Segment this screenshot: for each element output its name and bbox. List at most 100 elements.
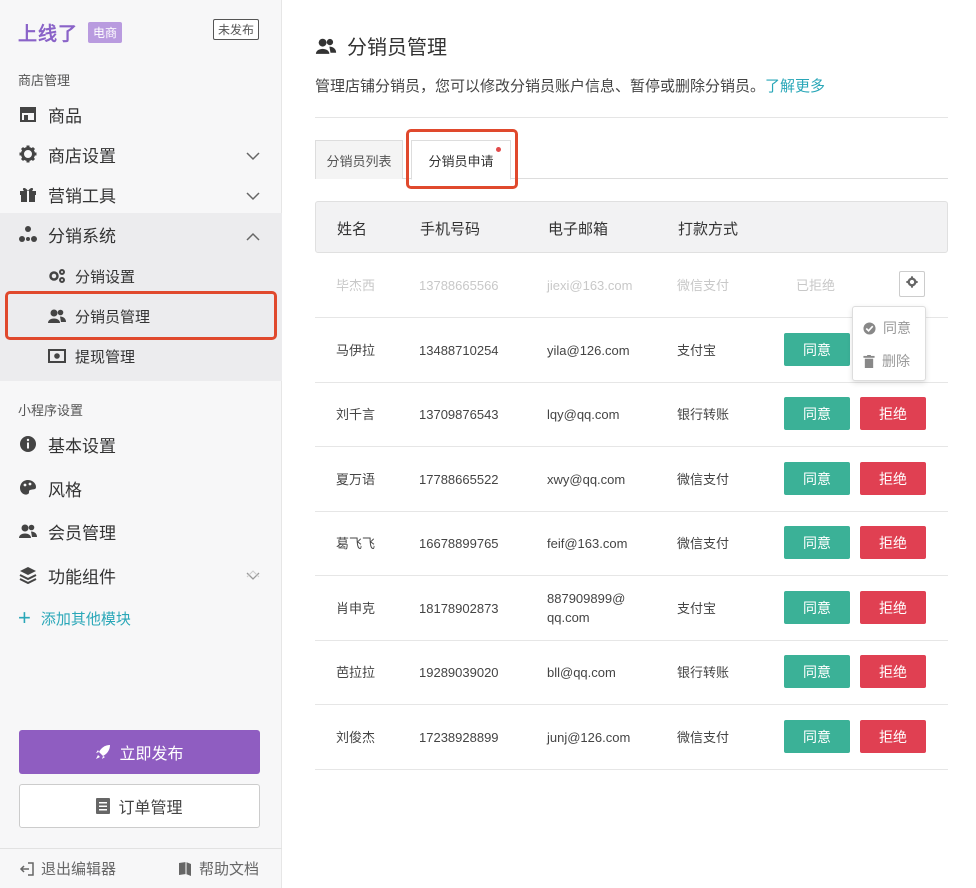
highlight-annotation [406,129,518,189]
sidebar-item-label: 商店设置 [48,146,116,166]
dropdown-item-label: 删除 [882,353,910,369]
order-management-button[interactable]: 订单管理 [19,784,260,828]
cell-name: 葛飞飞 [336,536,376,551]
agree-button[interactable]: 同意 [784,655,850,688]
tab-distributor-list[interactable]: 分销员列表 [315,140,403,179]
cell-name: 毕杰西 [336,278,376,293]
info-icon [18,434,38,454]
cell-payment: 微信支付 [677,472,730,487]
publish-label: 立即发布 [119,746,184,763]
help-docs-label: 帮助文档 [199,861,260,878]
sidebar-item-label: 商品 [48,106,82,126]
sitemap-icon [18,224,38,244]
stack-icon [18,565,38,585]
trash-icon [863,354,875,368]
check-circle-icon [863,321,876,335]
agree-button[interactable]: 同意 [784,591,850,624]
users-icon [18,521,38,541]
sidebar-item-style[interactable]: 风格 [0,468,282,508]
reject-button[interactable]: 拒绝 [860,591,926,624]
users-icon [315,37,337,55]
help-docs-link[interactable]: 帮助文档 [177,858,259,879]
order-management-label: 订单管理 [118,800,183,817]
bottom-links: 退出编辑器 帮助文档 [0,848,282,888]
reject-button[interactable]: 拒绝 [860,526,926,559]
cell-name: 刘俊杰 [336,730,376,745]
sidebar-item-label: 风格 [48,480,82,500]
table-row: 葛飞飞 16678899765 feif@163.com 微信支付 同意 拒绝 [315,511,948,576]
reject-button[interactable]: 拒绝 [860,655,926,688]
brand[interactable]: 上线了 电商 [18,19,123,46]
agree-button[interactable]: 同意 [784,333,850,366]
agree-button[interactable]: 同意 [784,526,850,559]
plus-icon: + [18,605,31,630]
sidebar-item-products[interactable]: 商品 [0,94,282,134]
sidebar-item-basic-settings[interactable]: 基本设置 [0,424,282,464]
agree-button[interactable]: 同意 [784,462,850,495]
learn-more-link[interactable]: 了解更多 [765,78,825,95]
publish-button[interactable]: 立即发布 [19,730,260,774]
gear-icon [18,144,38,164]
sidebar-item-members[interactable]: 会员管理 [0,511,282,551]
cell-email: feif@163.com [547,536,628,551]
document-icon [96,798,111,814]
column-header-payment: 打款方式 [678,221,739,238]
page-title: 分销员管理 [315,31,447,60]
sidebar-item-distribution[interactable]: 分销系统 [0,214,282,254]
book-icon [177,861,193,877]
rocket-icon [95,744,111,760]
table-row: 刘俊杰 17238928899 junj@126.com 微信支付 同意 拒绝 [315,705,948,770]
cell-email: lqy@qq.com [547,407,620,422]
reject-button[interactable]: 拒绝 [860,462,926,495]
sidebar-item-label: 营销工具 [48,186,116,206]
agree-button[interactable]: 同意 [784,720,850,753]
column-header-phone: 手机号码 [420,221,481,238]
add-module-link[interactable]: + 添加其他模块 [18,605,131,631]
exit-editor-link[interactable]: 退出编辑器 [19,858,116,879]
cell-payment: 支付宝 [677,343,717,358]
main-content: 分销员管理 管理店铺分销员，您可以修改分销员账户信息、暂停或删除分销员。了解更多… [283,0,976,888]
page-description: 管理店铺分销员，您可以修改分销员账户信息、暂停或删除分销员。了解更多 [315,75,825,96]
cell-phone: 13488710254 [419,343,499,358]
cell-name: 刘千言 [336,407,376,422]
cell-payment: 微信支付 [677,730,730,745]
cell-payment: 微信支付 [677,278,730,293]
cell-email: 887909899@ qq.com [547,589,625,627]
gear-icon [906,275,918,293]
dropdown-item-delete[interactable]: 删除 [863,351,910,371]
row-settings-button[interactable] [899,271,925,297]
add-module-label: 添加其他模块 [40,610,131,628]
cell-payment: 支付宝 [677,601,717,616]
cell-phone: 19289039020 [419,665,499,680]
table-header: 姓名 手机号码 电子邮箱 打款方式 [315,201,948,253]
cell-phone: 13788665566 [419,278,499,293]
cell-phone: 18178902873 [419,601,499,616]
page-title-text: 分销员管理 [347,37,447,59]
sidebar-subitem-label: 分销设置 [75,268,136,286]
cell-phone: 17788665522 [419,472,499,487]
sidebar: 上线了 电商 未发布 商店管理 商品 商店设置 营销工具 分销系统 分销设置 分… [0,0,282,888]
palette-icon [18,478,38,498]
column-header-email: 电子邮箱 [548,221,609,238]
divider [315,117,948,118]
reject-button[interactable]: 拒绝 [860,720,926,753]
gift-icon [18,184,38,204]
chevron-down-icon [246,186,260,206]
sidebar-item-marketing[interactable]: 营销工具 [0,174,282,214]
agree-button[interactable]: 同意 [784,397,850,430]
cell-payment: 银行转账 [677,665,730,680]
chevron-down-icon [246,146,260,166]
cell-payment: 微信支付 [677,536,730,551]
table-row: 芭拉拉 19289039020 bll@qq.com 银行转账 同意 拒绝 [315,640,948,705]
chevron-up-icon [246,226,260,246]
table-row: 夏万语 17788665522 xwy@qq.com 微信支付 同意 拒绝 [315,447,948,512]
cell-phone: 16678899765 [419,536,499,551]
reject-button[interactable]: 拒绝 [860,397,926,430]
sidebar-subitem-withdraw[interactable]: 提现管理 [0,336,282,376]
dropdown-item-agree[interactable]: 同意 [863,318,911,338]
sidebar-item-components[interactable]: 功能组件 [0,555,282,595]
sidebar-item-label: 功能组件 [48,567,116,587]
sidebar-item-store-settings[interactable]: 商店设置 [0,134,282,174]
sidebar-subitem-dist-settings[interactable]: 分销设置 [0,256,282,296]
money-icon [48,347,66,365]
